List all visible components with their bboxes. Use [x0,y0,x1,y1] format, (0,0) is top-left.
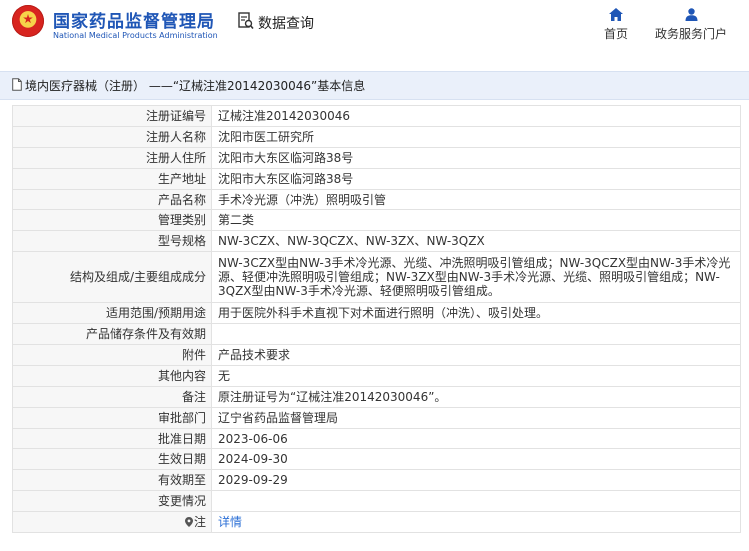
registration-info-table: 注册证编号 辽械注准20142030046 注册人名称 沈阳市医工研究所 注册人… [12,105,741,534]
field-label: 型号规格 [12,230,212,253]
field-value: 辽械注准20142030046 [211,105,741,127]
field-value: 无 [211,364,741,387]
field-label: 有效期至 [12,469,212,492]
brand-title[interactable]: 国家药品监督管理局 [53,7,215,32]
table-row: 产品名称 手术冷光源（冲洗）照明吸引管 [12,188,741,211]
table-row: 批准日期 2023-06-06 [12,427,741,450]
data-query-icon [238,12,254,30]
table-row: 注册证编号 辽械注准20142030046 [12,105,741,127]
field-value: 沈阳市大东区临河路38号 [211,146,741,169]
field-label: 注册人名称 [12,125,212,148]
nav-service-portal-link[interactable]: 政务服务门户 [652,8,730,46]
brand-subtitle: National Medical Products Administration [53,31,218,40]
field-value: 2023-06-06 [211,427,741,450]
national-emblem-logo [12,5,44,37]
table-row: 变更情况 [12,490,741,513]
document-icon [12,78,22,91]
field-label: 变更情况 [12,490,212,513]
field-label: 生产地址 [12,167,212,190]
table-row: 备注 原注册证号为“辽械注准20142030046”。 [12,385,741,408]
field-value: 沈阳市大东区临河路38号 [211,167,741,190]
nav-service-portal-label: 政务服务门户 [654,27,727,41]
field-value: 沈阳市医工研究所 [211,125,741,148]
site-header: 国家药品监督管理局 National Medical Products Admi… [0,0,749,58]
table-row: 管理类别 第二类 [12,209,741,232]
field-value [211,490,741,513]
table-row: 附件 产品技术要求 [12,344,741,366]
field-value: 用于医院外科手术直视下对术面进行照明（冲洗）、吸引处理。 [211,302,741,325]
field-label: 生效日期 [12,448,212,471]
field-value: NW-3CZX型由NW-3手术冷光源、光缆、冲洗照明吸引管组成；NW-3QCZX… [211,251,741,304]
data-query-label: 数据查询 [258,16,314,32]
table-row: 生产地址 沈阳市大东区临河路38号 [12,167,741,190]
table-row: 注册人名称 沈阳市医工研究所 [12,125,741,148]
field-value: NW-3CZX、NW-3QCZX、NW-3ZX、NW-3QZX [211,230,741,253]
table-row: 生效日期 2024-09-30 [12,448,741,471]
field-label: 管理类别 [12,209,212,232]
user-icon [685,8,697,21]
pin-icon [184,517,193,528]
record-title: 境内医疗器械（注册） ——“辽械注准20142030046”基本信息 [25,79,366,93]
table-row: 注册人住所 沈阳市大东区临河路38号 [12,146,741,169]
field-label: 批准日期 [12,427,212,450]
field-label: 结构及组成/主要组成成分 [12,251,212,304]
field-value: 手术冷光源（冲洗）照明吸引管 [211,188,741,211]
details-link[interactable]: 详情 [218,515,242,529]
table-row: 产品储存条件及有效期 [12,323,741,346]
note-label: 注 [193,515,206,530]
field-value: 2029-09-29 [211,469,741,492]
table-row: 审批部门 辽宁省药品监督管理局 [12,406,741,429]
field-value: 第二类 [211,209,741,232]
note-label-cell: 注 [12,511,212,534]
field-label: 附件 [12,344,212,366]
field-label: 注册人住所 [12,146,212,169]
table-row: 有效期至 2029-09-29 [12,469,741,492]
table-row-note: 注 详情 [12,511,741,534]
record-title-bar: 境内医疗器械（注册） ——“辽械注准20142030046”基本信息 [0,71,749,100]
field-label: 适用范围/预期用途 [12,302,212,325]
field-value: 2024-09-30 [211,448,741,471]
field-label: 审批部门 [12,406,212,429]
field-label: 注册证编号 [12,105,212,127]
nav-home-label: 首页 [603,27,628,41]
home-icon [609,8,623,21]
table-row: 结构及组成/主要组成成分 NW-3CZX型由NW-3手术冷光源、光缆、冲洗照明吸… [12,251,741,304]
field-label: 产品名称 [12,188,212,211]
field-label: 其他内容 [12,364,212,387]
field-value: 原注册证号为“辽械注准20142030046”。 [211,385,741,408]
table-row: 型号规格 NW-3CZX、NW-3QCZX、NW-3ZX、NW-3QZX [12,230,741,253]
field-value: 辽宁省药品监督管理局 [211,406,741,429]
field-label: 产品储存条件及有效期 [12,323,212,346]
table-row: 适用范围/预期用途 用于医院外科手术直视下对术面进行照明（冲洗）、吸引处理。 [12,302,741,325]
field-value [211,323,741,346]
table-row: 其他内容 无 [12,364,741,387]
field-value: 产品技术要求 [211,344,741,366]
field-label: 备注 [12,385,212,408]
note-value-cell: 详情 [211,511,741,534]
nav-home-link[interactable]: 首页 [598,8,634,46]
